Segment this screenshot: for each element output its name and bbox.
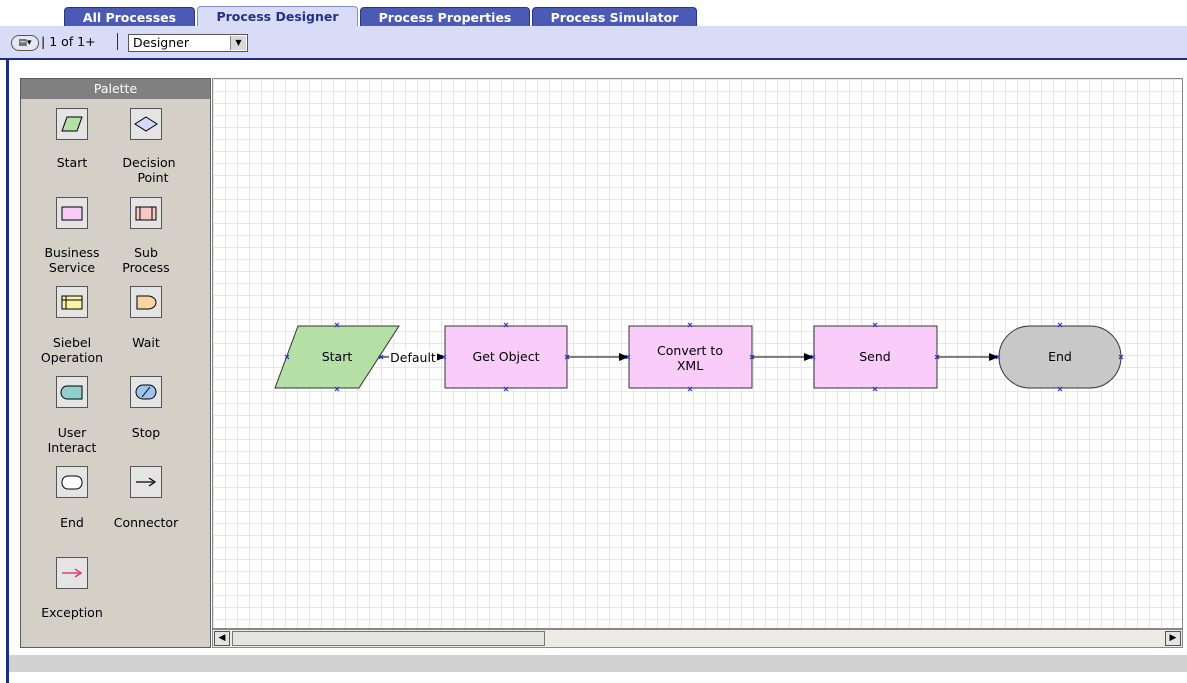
- process-canvas[interactable]: Default Start Get Object Convert to XML …: [212, 78, 1183, 629]
- step-start-label: Start: [322, 349, 353, 364]
- palette-label-wait: Wait: [132, 335, 160, 350]
- chevron-down-icon[interactable]: ▼: [230, 36, 246, 50]
- stop-icon: [135, 384, 157, 400]
- arrow-icon: [136, 477, 157, 487]
- menu-button[interactable]: ▤▾: [11, 35, 39, 51]
- palette-label-end: End: [60, 515, 84, 530]
- palette-label-sub-process: Sub Process: [122, 245, 170, 275]
- status-strip: [9, 655, 1187, 672]
- palette-user-interact-button[interactable]: [56, 376, 88, 408]
- connector-label-default: Default: [390, 350, 436, 365]
- step-convert-xml-label-line2: XML: [677, 358, 703, 373]
- palette-connector-button[interactable]: [130, 466, 162, 498]
- palette: Palette Start Decision Point Business Ser…: [20, 78, 211, 648]
- view-select[interactable]: Designer ▼: [128, 34, 248, 52]
- record-count-text: 1 of 1+: [49, 34, 96, 49]
- tab-bar: All Processes Process Designer Process P…: [0, 0, 1187, 26]
- step-send-label: Send: [859, 349, 890, 364]
- process-diagram: Default Start Get Object Convert to XML …: [274, 322, 1124, 392]
- palette-exception-button[interactable]: [56, 557, 88, 589]
- user-interact-icon: [60, 385, 83, 400]
- palette-label-siebel-operation: Siebel Operation: [40, 335, 104, 365]
- palette-start-button[interactable]: [56, 108, 88, 140]
- toolbar-divider: [117, 33, 118, 50]
- tab-process-simulator[interactable]: Process Simulator: [532, 7, 697, 26]
- tab-process-designer[interactable]: Process Designer: [197, 6, 358, 26]
- tab-all-processes[interactable]: All Processes: [64, 7, 195, 26]
- palette-label-start: Start: [56, 155, 88, 170]
- rounded-rect-icon: [61, 475, 83, 490]
- palette-wait-button[interactable]: [130, 286, 162, 318]
- palette-label-decision-point: Decision Point: [122, 155, 176, 185]
- red-arrow-icon: [62, 568, 83, 578]
- palette-label-user-interact: User Interact: [47, 425, 97, 455]
- view-select-value: Designer: [133, 35, 189, 50]
- scroll-right-button[interactable]: ▶: [1165, 631, 1181, 646]
- step-get-object-label: Get Object: [473, 349, 540, 364]
- horizontal-scrollbar[interactable]: ◀ ▶: [212, 629, 1183, 648]
- tab-process-properties[interactable]: Process Properties: [360, 7, 530, 26]
- rectangle-icon: [61, 206, 83, 221]
- palette-label-exception: Exception: [41, 605, 103, 620]
- wait-icon: [136, 295, 157, 310]
- palette-label-connector: Connector: [113, 515, 179, 530]
- subprocess-icon: [135, 206, 157, 221]
- palette-end-button[interactable]: [56, 466, 88, 498]
- palette-label-business-service: Business Service: [44, 245, 100, 275]
- palette-title: Palette: [21, 79, 210, 99]
- step-end-label: End: [1048, 349, 1072, 364]
- palette-stop-button[interactable]: [130, 376, 162, 408]
- record-count: | 1 of 1+: [41, 34, 96, 49]
- scroll-left-button[interactable]: ◀: [214, 631, 230, 646]
- palette-sub-process-button[interactable]: [130, 197, 162, 229]
- palette-label-stop: Stop: [131, 425, 161, 440]
- palette-decision-button[interactable]: [130, 108, 162, 140]
- palette-siebel-operation-button[interactable]: [56, 286, 88, 318]
- toolbar-divider-line: [0, 58, 1187, 60]
- step-convert-xml-label-line1: Convert to: [657, 343, 723, 358]
- diamond-icon: [134, 116, 158, 132]
- operation-icon: [61, 295, 83, 310]
- scroll-thumb[interactable]: [232, 631, 545, 646]
- palette-business-service-button[interactable]: [56, 197, 88, 229]
- parallelogram-icon: [61, 116, 83, 132]
- menu-icon: ▤▾: [18, 38, 32, 48]
